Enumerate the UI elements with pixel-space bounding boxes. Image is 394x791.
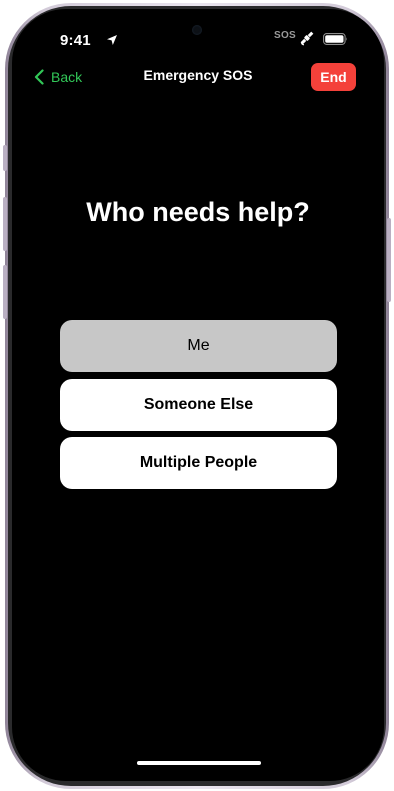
home-indicator[interactable] (137, 761, 261, 765)
volume-up-button (3, 197, 7, 251)
sos-status-label: SOS (274, 30, 297, 41)
option-someone-else-button[interactable]: Someone Else (60, 379, 337, 431)
option-multiple-people-button[interactable]: Multiple People (60, 437, 337, 489)
end-button[interactable]: End (311, 63, 356, 91)
battery-icon (323, 33, 347, 45)
status-time: 9:41 (60, 32, 91, 49)
volume-down-button (3, 265, 7, 319)
option-me-button[interactable]: Me (60, 320, 337, 372)
question-heading: Who needs help? (86, 197, 310, 227)
side-power-button (387, 218, 391, 302)
location-arrow-icon (107, 35, 117, 45)
satellite-icon (300, 31, 314, 46)
screen: 9:41 SOS Back Emergency SOS End Who need… (12, 9, 384, 781)
front-camera (192, 25, 202, 35)
action-button (3, 145, 7, 171)
